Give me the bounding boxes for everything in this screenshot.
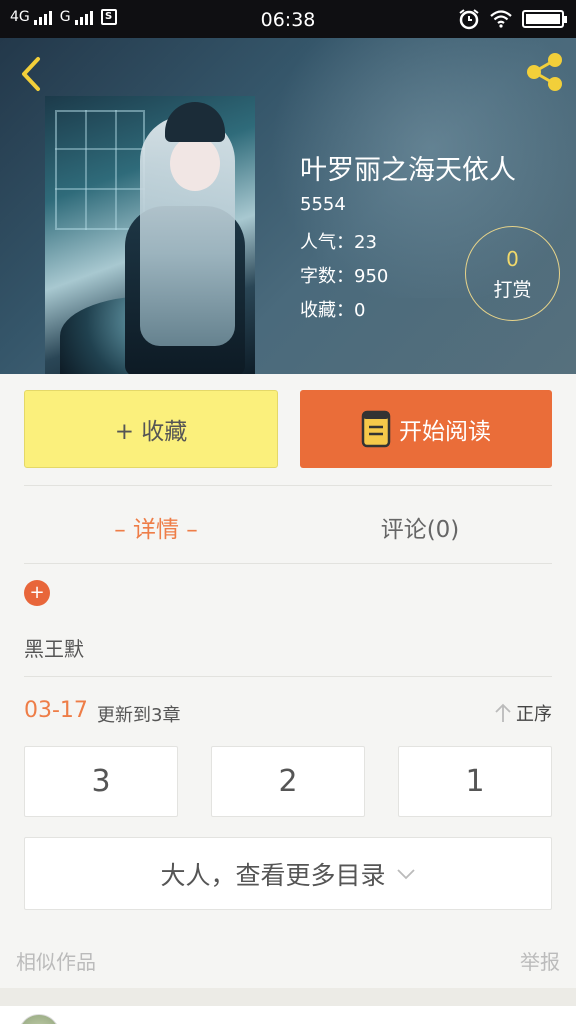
section-separator [0,988,576,1006]
back-button[interactable] [14,54,54,94]
start-reading-label: 开始阅读 [399,419,491,445]
book-cover-image [45,96,255,374]
book-title: 叶罗丽之海天依人 [300,155,516,186]
expand-intro-button[interactable]: + [24,580,50,606]
favorites-stat: 收藏：0 [300,300,366,321]
book-id: 5554 [300,194,346,215]
reward-label: 打赏 [493,279,532,301]
share-icon [527,53,562,91]
tab-comments[interactable]: 评论(0) [288,510,552,544]
similar-works-heading: 相似作品 [16,950,96,974]
reward-count: 0 [506,247,519,271]
battery-icon [522,10,567,28]
start-reading-button[interactable]: 开始阅读 [300,390,552,468]
alarm-icon [459,9,479,30]
chapter-button[interactable]: 3 [24,746,178,817]
divider [24,485,552,486]
more-contents-label: 大人，查看更多目录 [160,860,386,890]
collect-button[interactable]: + 收藏 [24,390,278,468]
similar-works-list [0,1006,576,1024]
divider [24,563,552,564]
word-count-stat: 字数：950 [300,266,389,287]
share-button[interactable] [522,50,566,94]
chapter-button[interactable]: 1 [398,746,552,817]
chevron-down-icon [396,868,415,879]
wifi-icon [490,10,512,28]
book-header: 叶罗丽之海天依人 5554 人气：23 字数：950 收藏：0 0 打赏 [0,38,576,374]
update-status: 更新到3章 [97,705,181,726]
sort-order-button[interactable]: 正序 [494,700,552,726]
report-link[interactable]: 举报 [520,946,560,975]
arrow-up-icon [495,703,511,722]
collect-label: + 收藏 [114,419,188,445]
author-name[interactable]: 黑王默 [24,633,84,662]
book-icon [361,410,391,448]
reward-button[interactable]: 0 打赏 [465,226,560,321]
update-date: 03-17 [24,698,88,723]
more-contents-button[interactable]: 大人，查看更多目录 [24,837,552,910]
tab-detail[interactable]: – 详情 – [24,510,288,544]
popularity-stat: 人气：23 [300,232,377,253]
chapter-button[interactable]: 2 [211,746,365,817]
status-icons [458,8,567,30]
status-bar: 4G G S 06:38 [0,0,576,38]
sort-order-label: 正序 [516,704,552,725]
divider [24,676,552,677]
